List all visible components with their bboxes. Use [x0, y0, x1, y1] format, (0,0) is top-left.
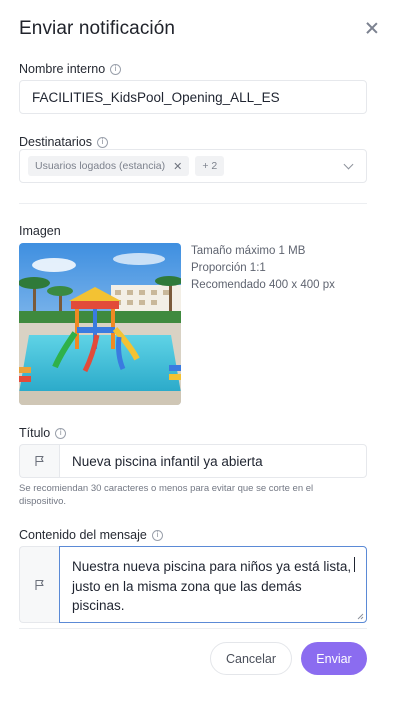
- recipient-chip: Usuarios logados (estancia) ✕: [28, 156, 190, 176]
- title-field: Nueva piscina infantil ya abierta: [19, 444, 367, 478]
- recipients-label-text: Destinatarios: [19, 135, 92, 149]
- image-ratio: Proporción 1:1: [191, 262, 266, 274]
- footer-divider: [19, 628, 367, 629]
- internal-name-input[interactable]: FACILITIES_KidsPool_Opening_ALL_ES: [19, 80, 367, 114]
- remove-chip-icon[interactable]: ✕: [173, 160, 182, 173]
- message-label: Contenido del mensaje i: [19, 528, 163, 542]
- cancel-button[interactable]: Cancelar: [210, 642, 292, 675]
- dialog-header: Enviar notificación: [19, 18, 386, 44]
- recipients-select[interactable]: Usuarios logados (estancia) ✕ + 2: [19, 149, 367, 183]
- more-recipients-chip[interactable]: + 2: [195, 156, 225, 176]
- image-label-text: Imagen: [19, 224, 61, 238]
- info-icon[interactable]: i: [55, 427, 67, 439]
- recipients-label: Destinatarios i: [19, 135, 108, 149]
- flag-icon[interactable]: [19, 444, 59, 478]
- internal-name-label-text: Nombre interno: [19, 62, 106, 76]
- text-caret: [353, 557, 354, 572]
- title-input[interactable]: Nueva piscina infantil ya abierta: [59, 444, 367, 478]
- info-icon[interactable]: i: [151, 529, 163, 541]
- message-text: Nuestra nueva piscina para niños ya está…: [72, 559, 352, 613]
- message-label-text: Contenido del mensaje: [19, 528, 147, 542]
- internal-name-label: Nombre interno i: [19, 62, 122, 76]
- chevron-down-icon[interactable]: [343, 159, 354, 170]
- kids-pool-image: [19, 243, 181, 405]
- message-field: Nuestra nueva piscina para niños ya está…: [19, 546, 367, 623]
- dialog-title: Enviar notificación: [19, 18, 176, 39]
- recipient-chip-label: Usuarios logados (estancia): [35, 160, 166, 172]
- resize-handle-icon[interactable]: [357, 613, 364, 620]
- title-label: Título i: [19, 426, 67, 440]
- image-requirements: Tamaño máximo 1 MB Proporción 1:1 Recome…: [191, 243, 335, 294]
- image-max-size: Tamaño máximo 1 MB: [191, 245, 306, 257]
- more-recipients-count: + 2: [202, 160, 218, 172]
- send-button[interactable]: Enviar: [301, 642, 367, 675]
- notification-image[interactable]: [19, 243, 181, 405]
- message-textarea[interactable]: Nuestra nueva piscina para niños ya está…: [59, 546, 367, 623]
- info-icon[interactable]: i: [110, 63, 122, 75]
- title-hint: Se recomiendan 30 caracteres o menos par…: [19, 483, 314, 507]
- info-icon[interactable]: i: [96, 136, 108, 148]
- close-icon[interactable]: [364, 20, 380, 36]
- image-label: Imagen: [19, 224, 61, 238]
- image-recommended: Recomendado 400 x 400 px: [191, 279, 335, 291]
- title-label-text: Título: [19, 426, 51, 440]
- section-divider: [19, 203, 367, 204]
- flag-icon[interactable]: [19, 546, 59, 623]
